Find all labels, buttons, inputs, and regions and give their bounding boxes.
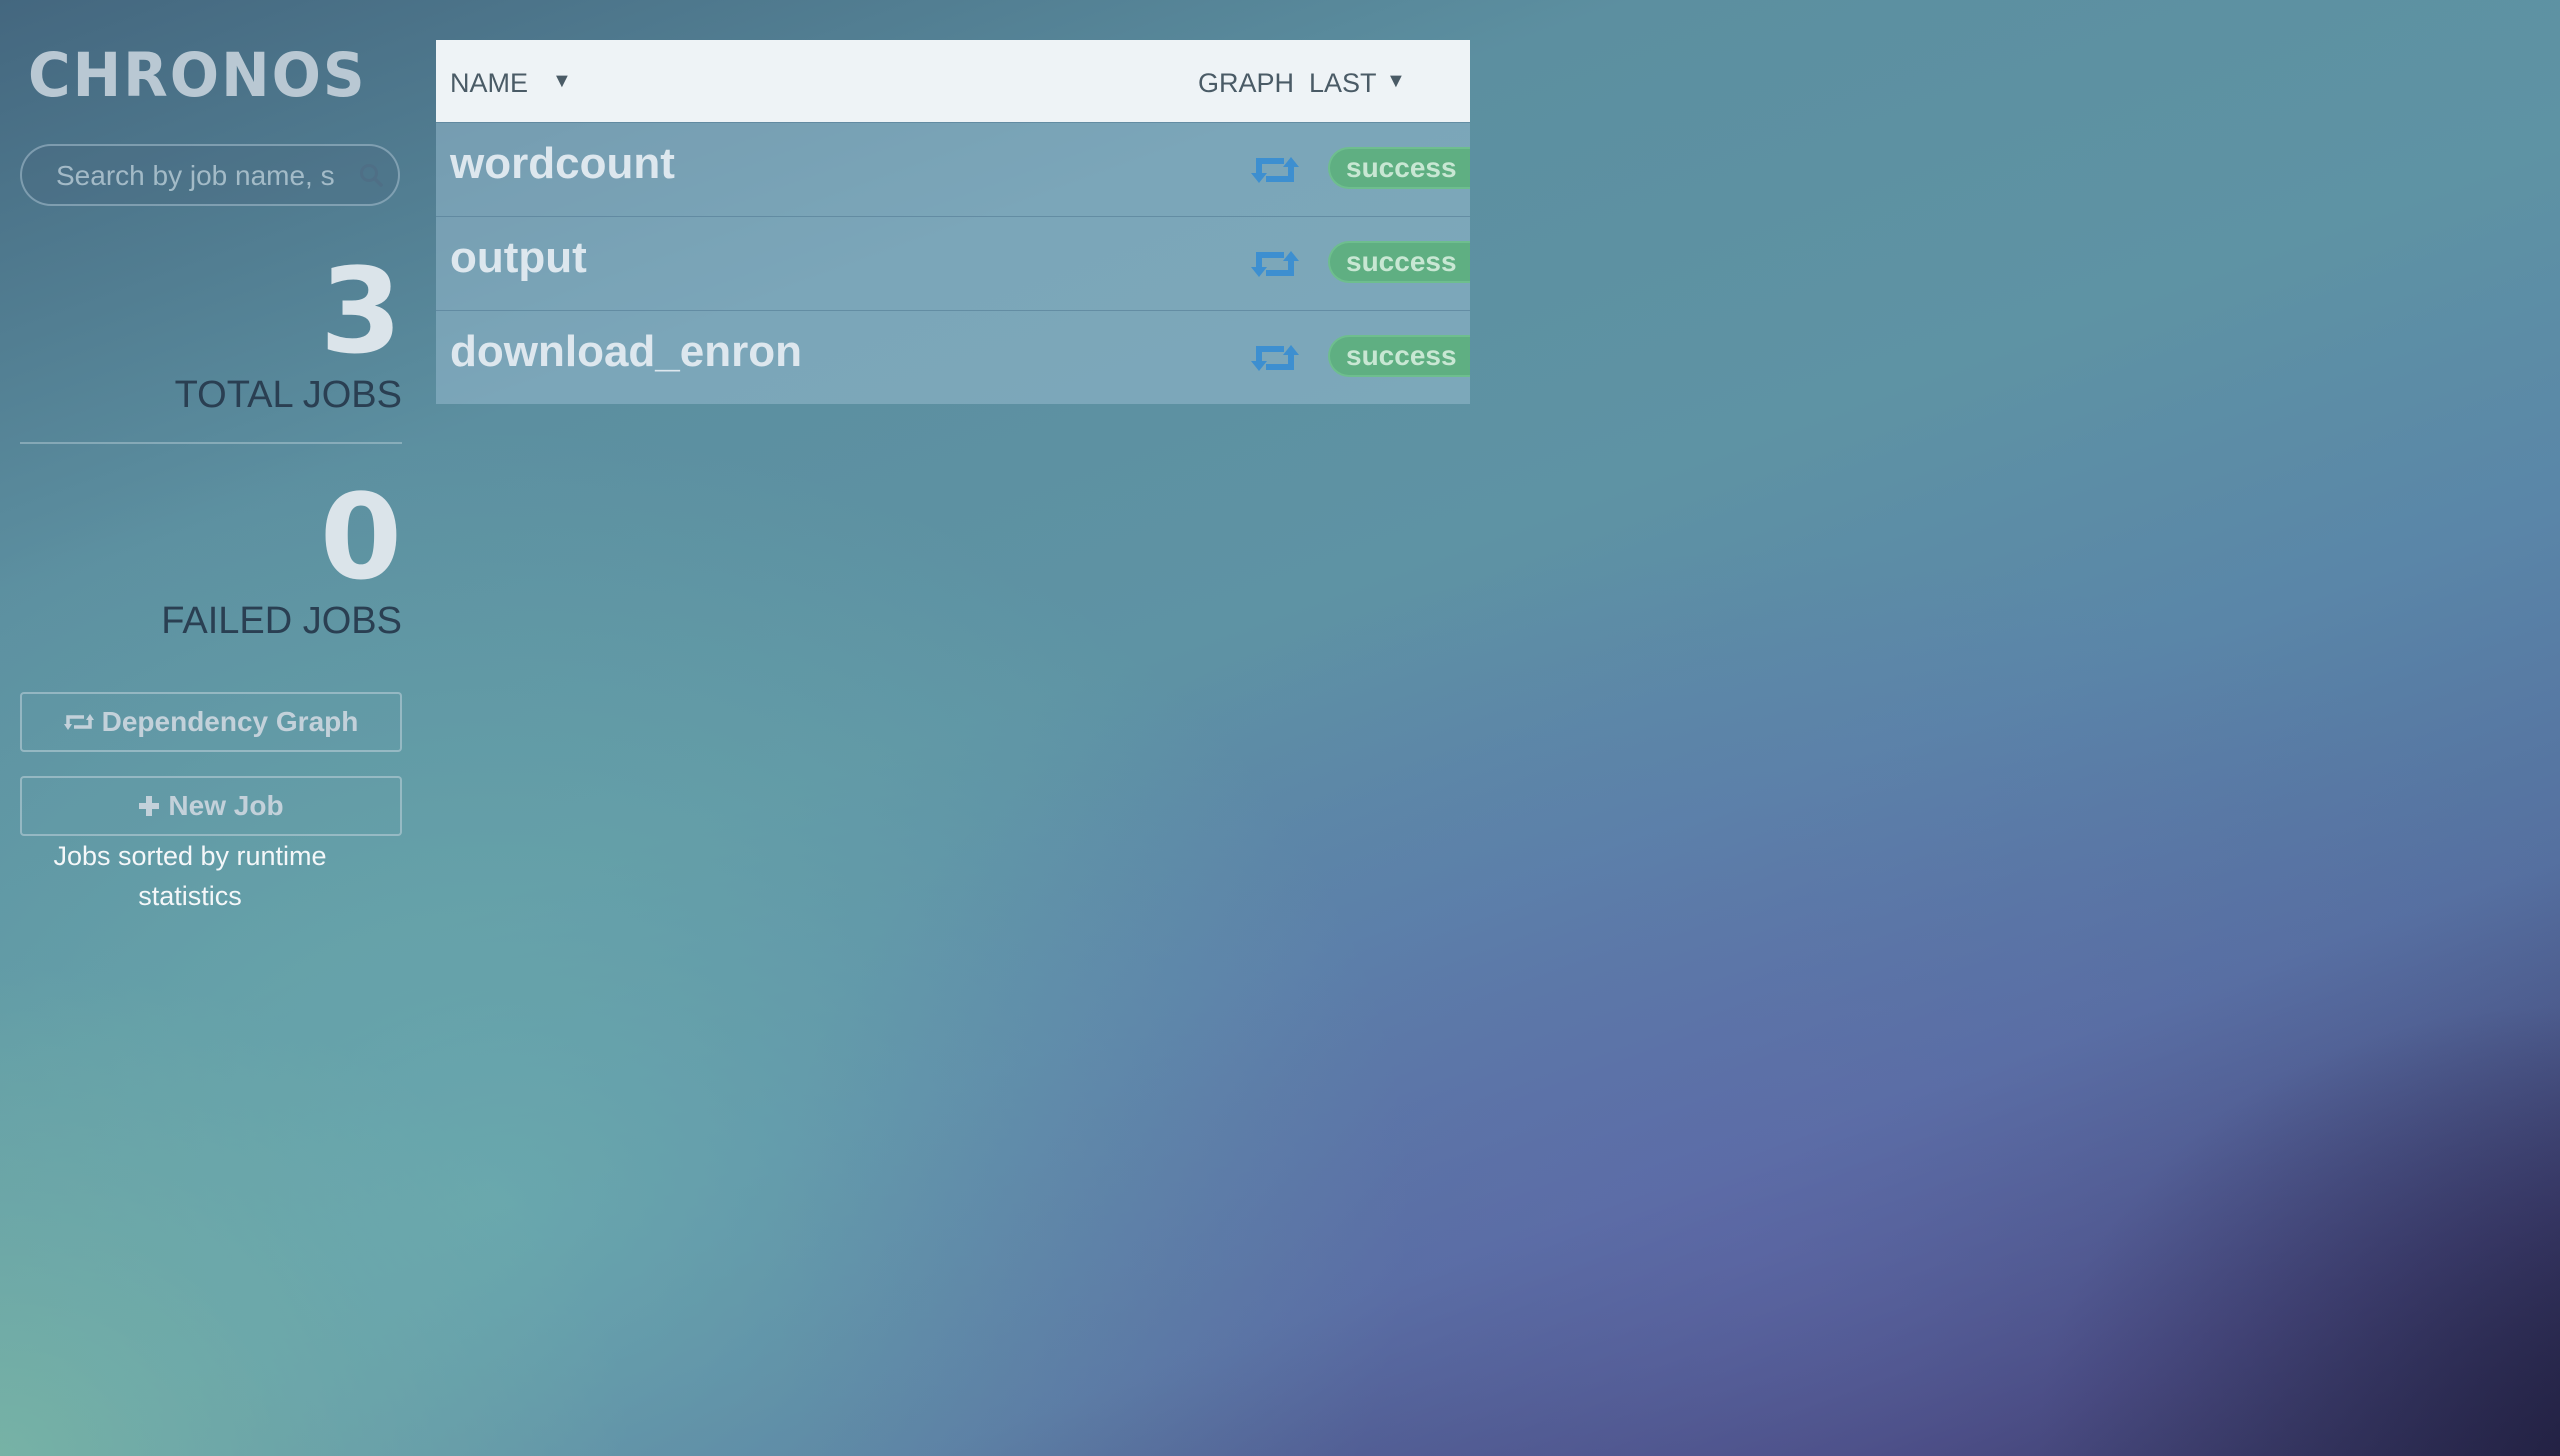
total-jobs-count: 3 [319, 242, 402, 380]
stats-divider [20, 442, 402, 444]
total-jobs-stat: 3 TOTAL JOBS [22, 252, 402, 414]
column-header-graph[interactable]: GRAPH [1198, 68, 1294, 99]
table-row[interactable]: download_enron success [436, 310, 1470, 404]
table-header: NAME ▼ GRAPH LAST ▼ [436, 40, 1470, 122]
failed-jobs-stat: 0 FAILED JOBS [22, 478, 402, 640]
sort-caret-icon[interactable]: ▼ [1386, 70, 1406, 93]
dependency-graph-button[interactable]: Dependency Graph [20, 692, 402, 752]
app-logo[interactable]: CHRONOS [28, 45, 367, 106]
search-icon[interactable] [358, 162, 384, 188]
table-row[interactable]: output success [436, 216, 1470, 310]
status-badge: success [1328, 147, 1470, 189]
search-box[interactable] [20, 144, 400, 206]
job-name[interactable]: download_enron [450, 327, 802, 377]
jobs-table: NAME ▼ GRAPH LAST ▼ wordcount success ou… [436, 40, 1470, 404]
graph-icon[interactable] [1250, 339, 1300, 377]
failed-jobs-label: FAILED JOBS [161, 600, 402, 642]
search-input[interactable] [54, 146, 358, 206]
new-job-label: New Job [168, 790, 284, 821]
retweet-icon [63, 714, 94, 730]
dependency-graph-label: Dependency Graph [101, 706, 359, 737]
sort-caret-icon[interactable]: ▼ [552, 70, 572, 93]
graph-icon[interactable] [1250, 245, 1300, 283]
status-label: success [1328, 147, 1470, 189]
table-row[interactable]: wordcount success [436, 122, 1470, 216]
status-label: success [1328, 241, 1470, 283]
failed-jobs-count: 0 [319, 468, 402, 606]
graph-icon[interactable] [1250, 151, 1300, 189]
column-header-name[interactable]: NAME [450, 68, 528, 99]
status-badge: success [1328, 241, 1470, 283]
job-name[interactable]: output [450, 233, 587, 283]
status-badge: success [1328, 335, 1470, 377]
plus-icon [139, 796, 160, 816]
new-job-button[interactable]: New Job [20, 776, 402, 836]
column-header-last[interactable]: LAST [1309, 68, 1377, 99]
status-label: success [1328, 335, 1470, 377]
job-name[interactable]: wordcount [450, 139, 675, 189]
sort-note: Jobs sorted by runtime statistics [53, 841, 327, 911]
total-jobs-label: TOTAL JOBS [174, 374, 402, 416]
